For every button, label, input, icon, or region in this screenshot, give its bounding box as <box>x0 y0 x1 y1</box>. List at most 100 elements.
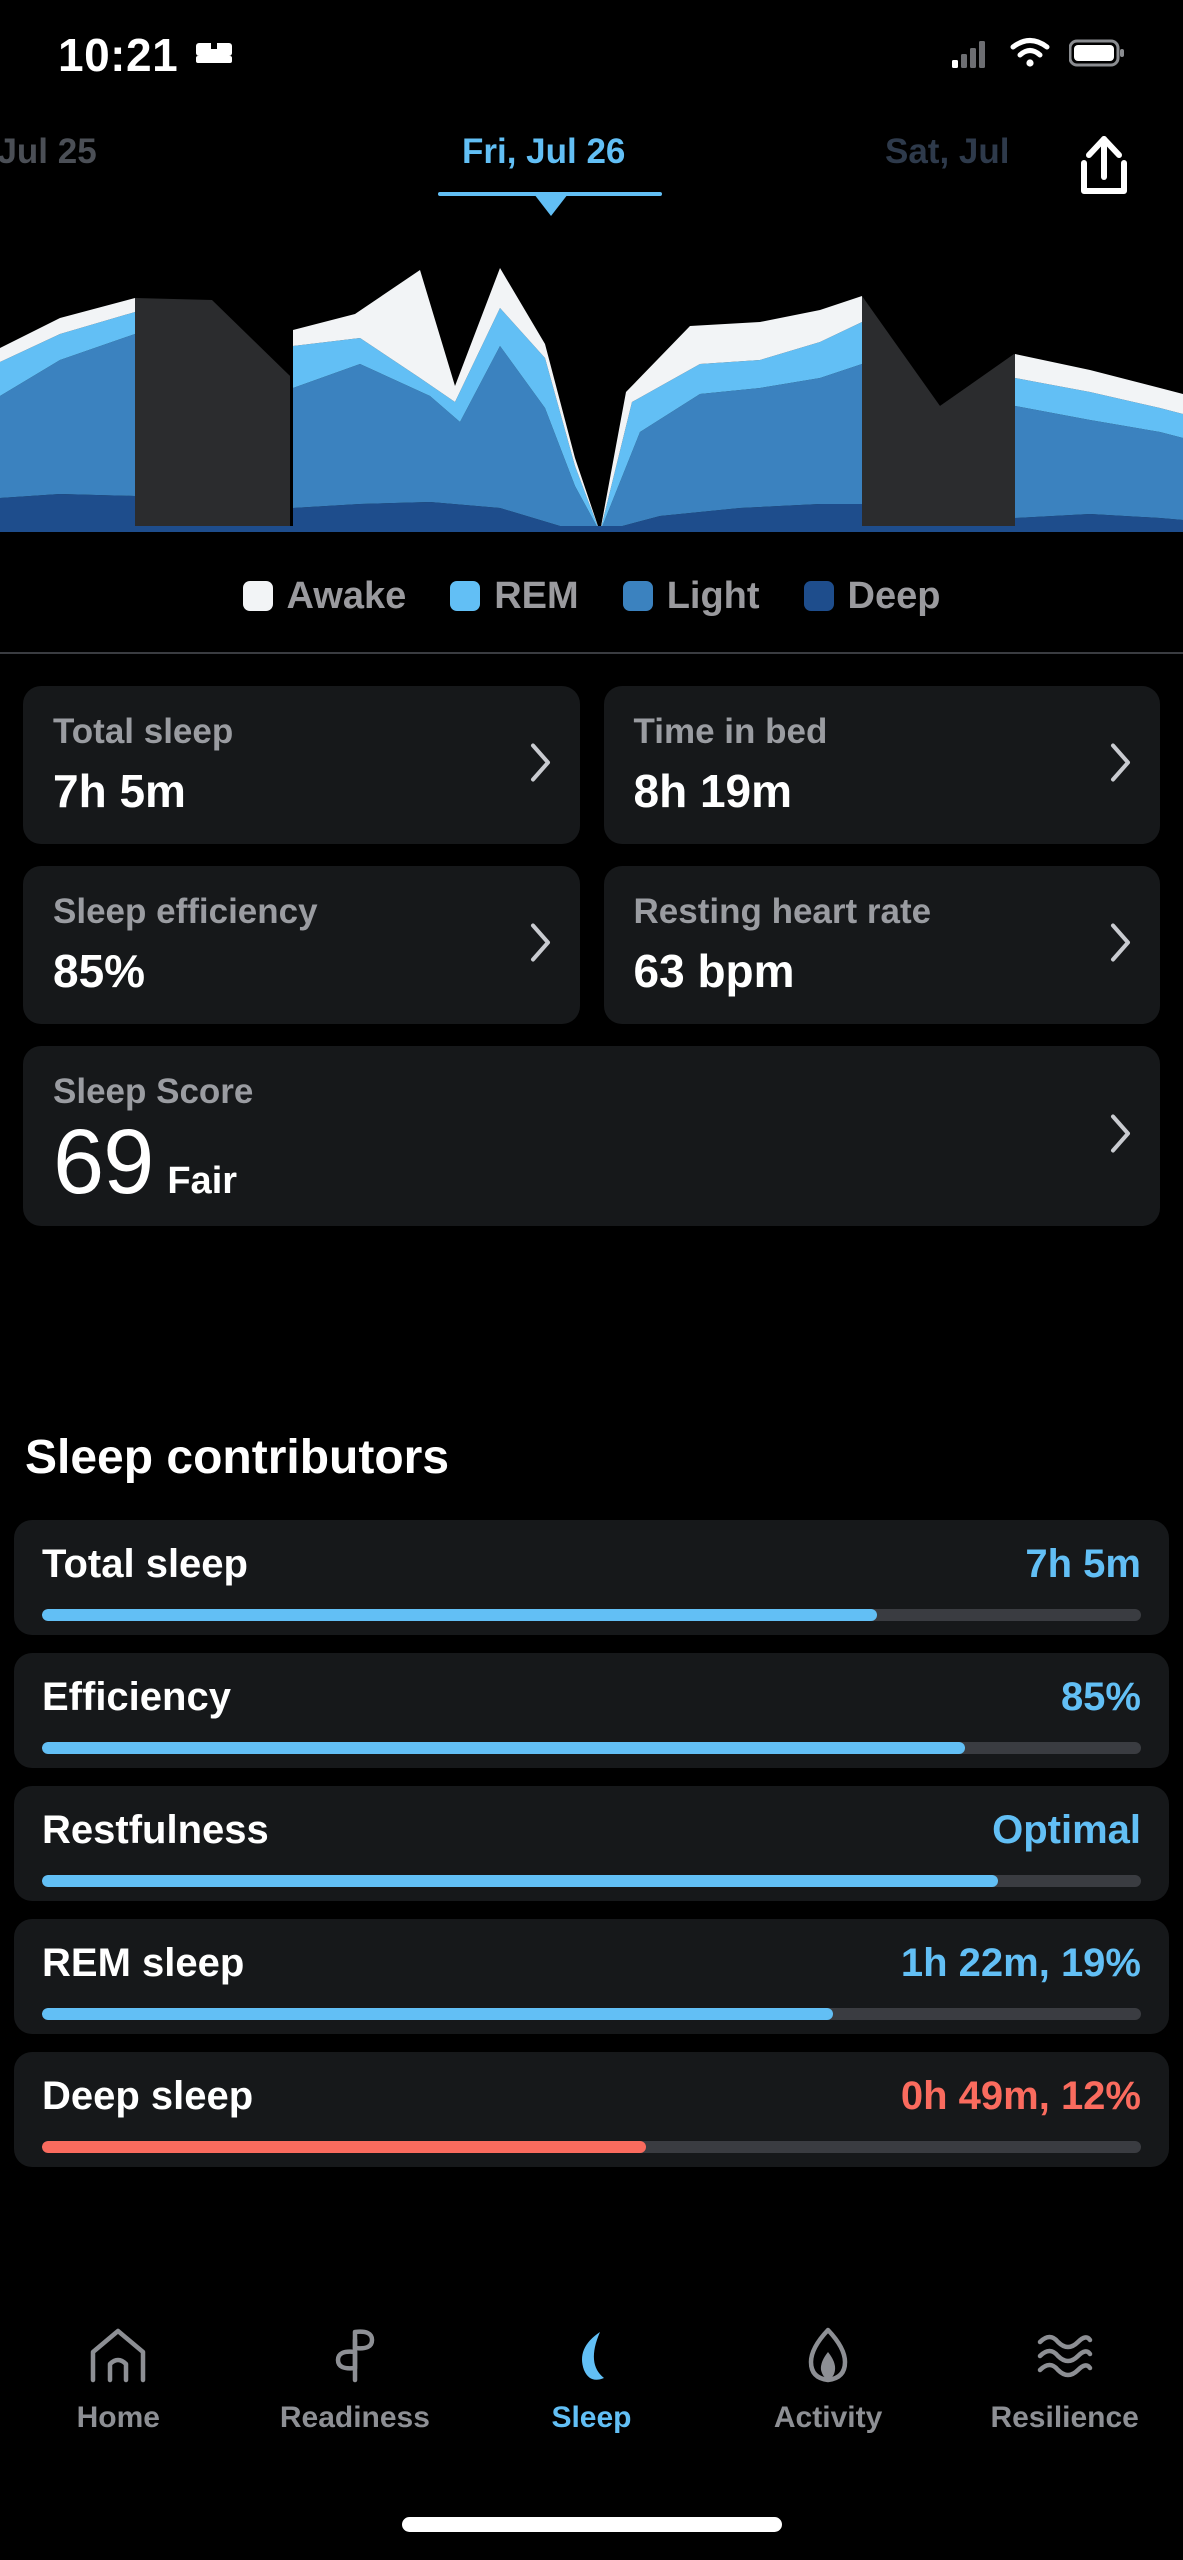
chart-gap-mid <box>862 296 1014 532</box>
contributor-progress-track <box>42 1609 1141 1621</box>
legend-label-rem: REM <box>494 574 579 617</box>
status-time: 10:21 <box>58 29 179 81</box>
contributor-progress-fill <box>42 2008 834 2020</box>
sleep-score-line: 69 Fair <box>53 1116 1130 1208</box>
wifi-icon <box>1009 37 1051 74</box>
nav-item-readiness[interactable]: Readiness <box>265 2326 445 2435</box>
legend-label-awake: Awake <box>286 574 407 617</box>
nav-label: Activity <box>773 2401 883 2434</box>
date-tab-previous[interactable]: , Jul 25 <box>0 132 97 172</box>
chart-legend: Awake REM Light Deep <box>0 565 1183 627</box>
contributor-row-efficiency[interactable]: Efficiency 85% <box>14 1653 1169 1768</box>
home-icon <box>87 2326 149 2389</box>
share-icon <box>1070 131 1138 208</box>
contributor-progress-fill <box>42 2141 647 2153</box>
contributor-progress-track <box>42 2141 1141 2153</box>
share-button[interactable] <box>1061 126 1147 212</box>
nav-label: Resilience <box>990 2401 1139 2434</box>
flame-icon <box>797 2326 859 2389</box>
contributor-row-total-sleep[interactable]: Total sleep 7h 5m <box>14 1520 1169 1635</box>
metric-card-value: 63 bpm <box>633 945 795 997</box>
nav-item-resilience[interactable]: Resilience <box>975 2326 1155 2435</box>
metric-card-row-2: Sleep efficiency 85% Resting heart rate … <box>0 866 1183 1024</box>
section-divider <box>0 652 1183 654</box>
date-tab-caret-icon <box>534 194 568 216</box>
contributor-name: Efficiency <box>42 1675 231 1719</box>
contributor-progress-track <box>42 2008 1141 2020</box>
chevron-right-icon <box>1110 1114 1132 1159</box>
bottom-navigation: Home Readiness Sleep Activity Resilience <box>0 2318 1183 2468</box>
metric-cards: Total sleep 7h 5m Time in bed 8h 19m Sle… <box>0 686 1183 1226</box>
moon-icon <box>560 2326 622 2389</box>
metric-card-label: Time in bed <box>633 712 828 751</box>
sleep-score-card[interactable]: Sleep Score 69 Fair <box>23 1046 1160 1226</box>
contributor-name: Total sleep <box>42 1542 248 1586</box>
contributor-row-rem-sleep[interactable]: REM sleep 1h 22m, 19% <box>14 1919 1169 2034</box>
metric-card-value: 8h 19m <box>633 765 793 817</box>
contributor-value: Optimal <box>992 1808 1141 1852</box>
nav-item-home[interactable]: Home <box>28 2326 208 2435</box>
metric-card-label: Sleep efficiency <box>53 892 318 931</box>
legend-item-light: Light <box>622 575 760 618</box>
contributor-progress-track <box>42 1742 1141 1754</box>
chevron-right-icon <box>1110 743 1132 788</box>
contributor-progress-fill <box>42 1609 878 1621</box>
contributor-value: 7h 5m <box>1025 1542 1141 1586</box>
contributor-header: REM sleep 1h 22m, 19% <box>42 1941 1141 1986</box>
status-bar-left: 10:21 <box>58 28 234 82</box>
bed-icon <box>194 37 234 74</box>
metric-card-time-in-bed[interactable]: Time in bed 8h 19m <box>603 686 1160 844</box>
contributor-header: Restfulness Optimal <box>42 1808 1141 1853</box>
contributor-name: Deep sleep <box>42 2074 254 2118</box>
metric-card-row-1: Total sleep 7h 5m Time in bed 8h 19m <box>0 686 1183 844</box>
nav-label: Sleep <box>551 2401 632 2434</box>
legend-swatch-rem <box>450 581 481 611</box>
nav-label: Home <box>76 2401 160 2434</box>
contributor-row-restfulness[interactable]: Restfulness Optimal <box>14 1786 1169 1901</box>
home-indicator[interactable] <box>401 2517 782 2532</box>
legend-item-deep: Deep <box>803 574 941 618</box>
date-navigation: , Jul 25 Fri, Jul 26 Sat, Jul <box>0 118 1183 230</box>
sleep-screen: 10:21 Jul 25 Fri, Jul 26 Sat, Jul Awake … <box>0 0 1183 2560</box>
chevron-right-icon <box>530 743 552 788</box>
metric-card-label: Total sleep <box>53 712 234 751</box>
contributors-heading: Sleep contributors <box>25 1431 450 1484</box>
contributors-list: Total sleep 7h 5m Efficiency 85% Restful… <box>0 1520 1183 2185</box>
metric-card-label: Resting heart rate <box>633 892 932 931</box>
date-tab-current[interactable]: Fri, Jul 26 <box>462 132 625 172</box>
sleep-score-qualifier: Fair <box>167 1160 238 1202</box>
chart-baseline <box>0 526 1183 532</box>
date-tab-next[interactable]: Sat, Jul <box>885 132 1009 172</box>
metric-card-value: 85% <box>53 945 146 997</box>
legend-item-awake: Awake <box>242 574 407 618</box>
chevron-right-icon <box>1110 923 1132 968</box>
contributor-progress-fill <box>42 1875 999 1887</box>
contributor-header: Efficiency 85% <box>42 1675 1141 1720</box>
contributor-progress-track <box>42 1875 1141 1887</box>
status-bar: 10:21 <box>0 0 1183 110</box>
contributor-name: Restfulness <box>42 1808 269 1852</box>
chevron-right-icon <box>530 923 552 968</box>
metric-card-total-sleep[interactable]: Total sleep 7h 5m <box>23 686 580 844</box>
contributor-row-deep-sleep[interactable]: Deep sleep 0h 49m, 12% <box>14 2052 1169 2167</box>
nav-item-sleep[interactable]: Sleep <box>501 2326 681 2435</box>
contributor-header: Deep sleep 0h 49m, 12% <box>42 2074 1141 2119</box>
hypnogram-svg <box>0 268 1183 532</box>
contributor-value: 85% <box>1060 1675 1141 1719</box>
legend-label-deep: Deep <box>847 574 941 617</box>
legend-swatch-deep <box>803 581 834 611</box>
metric-card-sleep-efficiency[interactable]: Sleep efficiency 85% <box>23 866 580 1024</box>
metric-card-value: 7h 5m <box>53 765 186 817</box>
sleep-stage-chart[interactable] <box>0 236 1183 536</box>
battery-icon <box>1068 38 1125 73</box>
sleep-score-value: 69 <box>53 1111 154 1213</box>
status-bar-right <box>951 37 1125 74</box>
contributor-value: 1h 22m, 19% <box>900 1941 1141 1985</box>
nav-label: Readiness <box>279 2401 430 2434</box>
metric-card-resting-heart-rate[interactable]: Resting heart rate 63 bpm <box>603 866 1160 1024</box>
nav-item-activity[interactable]: Activity <box>738 2326 918 2435</box>
leaf-icon <box>324 2326 386 2389</box>
contributor-name: REM sleep <box>42 1941 245 1985</box>
chart-gap-left <box>135 298 290 532</box>
waves-icon <box>1034 2326 1096 2389</box>
